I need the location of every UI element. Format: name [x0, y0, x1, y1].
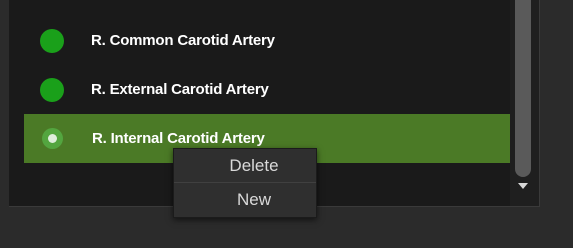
context-menu: Delete New — [173, 148, 317, 218]
list-item-label: R. Common Carotid Artery — [91, 32, 275, 49]
app-window: R. Common Carotid Artery R. External Car… — [0, 0, 573, 248]
list-item-label: R. Internal Carotid Artery — [92, 130, 265, 147]
artery-list: R. Common Carotid Artery R. External Car… — [24, 16, 510, 163]
scrollbar-thumb[interactable] — [515, 0, 531, 177]
new-menu-item[interactable]: New — [174, 182, 316, 215]
selected-center-icon — [48, 134, 57, 143]
status-circle-icon — [42, 128, 63, 149]
status-circle-icon — [40, 77, 64, 102]
chevron-down-icon[interactable] — [518, 183, 528, 189]
list-item-r-external-carotid-artery[interactable]: R. External Carotid Artery — [24, 65, 510, 114]
status-circle-icon — [40, 28, 64, 53]
delete-menu-item[interactable]: Delete — [174, 149, 316, 182]
vertical-scrollbar[interactable] — [510, 0, 539, 206]
list-item-label: R. External Carotid Artery — [91, 81, 269, 98]
list-item-r-common-carotid-artery[interactable]: R. Common Carotid Artery — [24, 16, 510, 65]
